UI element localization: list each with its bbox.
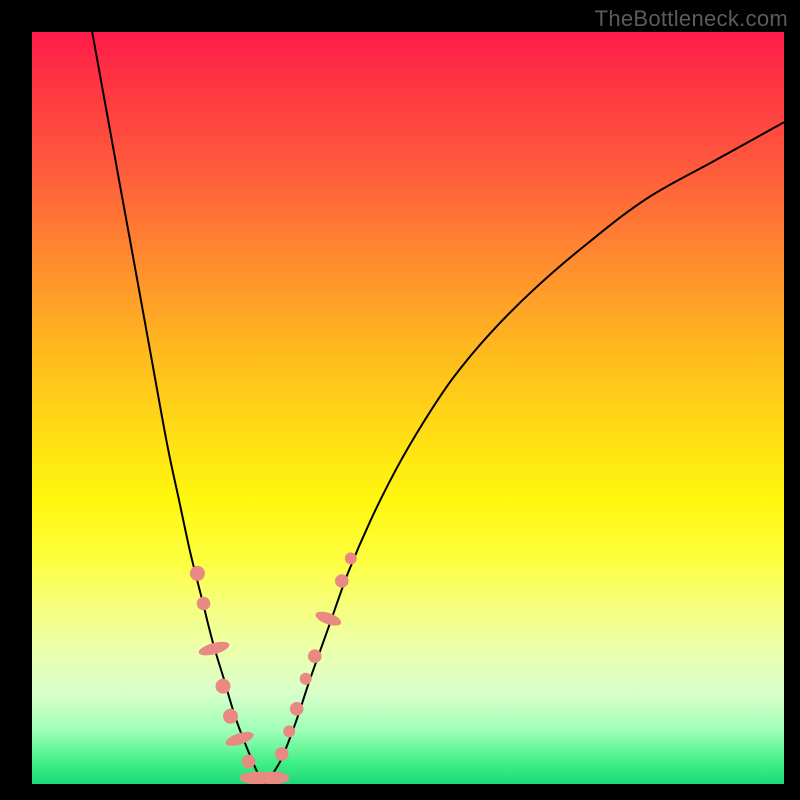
data-marker [197,597,211,611]
curve-left-branch [92,32,265,784]
curve-layer [32,32,784,784]
data-marker [308,649,322,663]
chart-frame: TheBottleneck.com [0,0,800,800]
watermark-text: TheBottleneck.com [595,6,788,32]
data-marker [216,679,231,694]
data-marker [190,566,205,581]
data-marker [223,709,238,724]
data-marker [345,552,357,564]
data-marker [242,755,256,769]
curve-right-branch [265,122,784,784]
data-marker [197,639,230,658]
marker-group [190,552,357,784]
plot-area [32,32,784,784]
data-marker [283,725,295,737]
data-marker [290,702,304,716]
data-marker [300,673,312,685]
data-marker [256,772,290,784]
data-marker [275,747,289,761]
data-marker [335,574,349,588]
